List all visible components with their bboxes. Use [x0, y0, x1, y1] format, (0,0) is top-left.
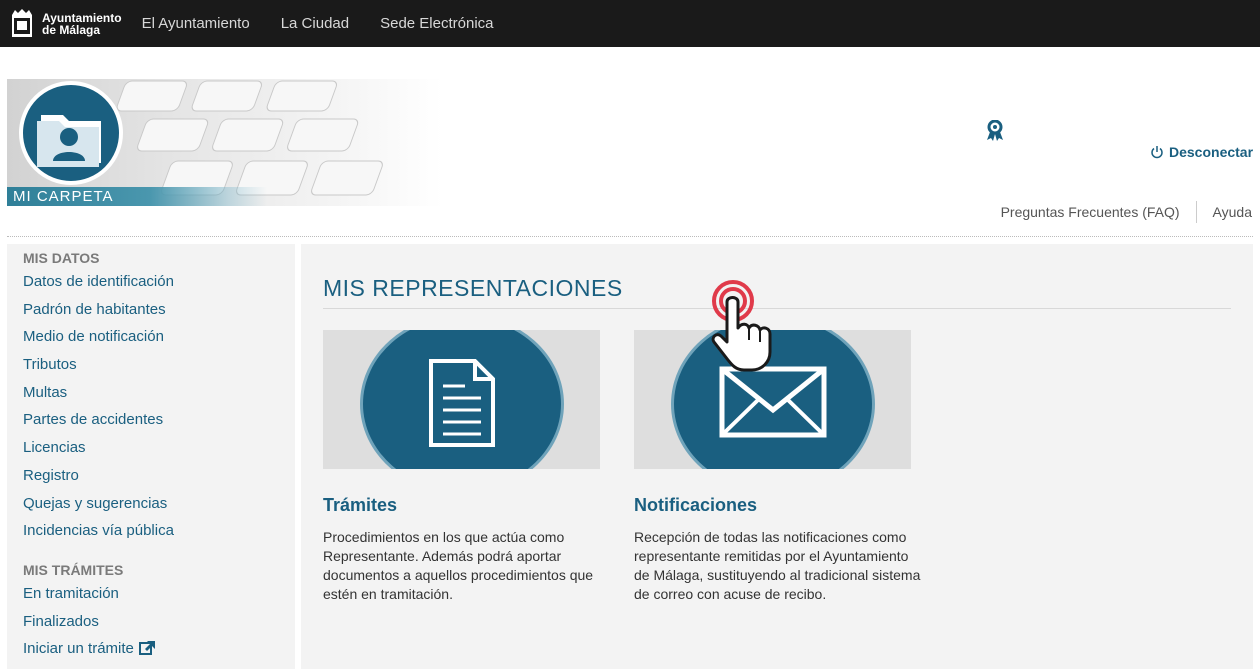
help-link[interactable]: Ayuda	[1213, 204, 1252, 220]
folder-user-badge	[19, 81, 123, 185]
user-folder-icon	[37, 115, 101, 167]
sidebar: MIS DATOS Datos de identificación Padrón…	[7, 244, 295, 669]
tramites-description: Procedimientos en los que actúa como Rep…	[323, 529, 594, 602]
faq-link[interactable]: Preguntas Frecuentes (FAQ)	[1001, 204, 1180, 220]
mi-carpeta-label: MI CARPETA	[13, 188, 114, 205]
tap-hand-cursor-icon	[711, 280, 772, 372]
logout-button[interactable]: Desconectar	[1150, 144, 1253, 160]
top-navbar: Ayuntamiento de Málaga El Ayuntamiento L…	[0, 0, 1260, 47]
sidebar-item-en-tramitacion[interactable]: En tramitación	[23, 585, 295, 613]
sidebar-section-mis-tramites: MIS TRÁMITES	[23, 561, 124, 578]
sidebar-item-medio-notificacion[interactable]: Medio de notificación	[23, 328, 295, 356]
sidebar-item-partes-accidentes[interactable]: Partes de accidentes	[23, 411, 295, 439]
iniciar-tramite-label: Iniciar un trámite	[23, 640, 134, 658]
logo-line-1: Ayuntamiento	[42, 10, 122, 25]
logo-text: Ayuntamiento de Málaga	[42, 12, 122, 36]
nav-el-ayuntamiento[interactable]: El Ayuntamiento	[142, 15, 250, 32]
page-title: MIS REPRESENTACIONES	[323, 275, 623, 301]
logo-line-2: de Málaga	[42, 22, 101, 37]
link-divider	[1195, 201, 1197, 223]
certificate-badge-icon[interactable]	[986, 120, 1004, 142]
nav-la-ciudad[interactable]: La Ciudad	[281, 15, 349, 32]
sidebar-item-padron[interactable]: Padrón de habitantes	[23, 301, 295, 329]
notificaciones-description: Recepción de todas las notificaciones co…	[634, 529, 921, 602]
sidebar-item-incidencias[interactable]: Incidencias vía pública	[23, 522, 295, 550]
sidebar-item-multas[interactable]: Multas	[23, 384, 295, 412]
tramites-card-image[interactable]	[323, 330, 600, 469]
external-link-icon	[138, 641, 155, 656]
nav-sede-electronica[interactable]: Sede Electrónica	[380, 15, 493, 32]
sidebar-item-finalizados[interactable]: Finalizados	[23, 613, 295, 641]
power-icon	[1151, 146, 1163, 159]
sidebar-item-tributos[interactable]: Tributos	[23, 356, 295, 384]
envelope-icon	[719, 366, 827, 438]
sidebar-item-licencias[interactable]: Licencias	[23, 439, 295, 467]
notificaciones-title[interactable]: Notificaciones	[634, 495, 757, 516]
sidebar-item-quejas[interactable]: Quejas y sugerencias	[23, 495, 295, 523]
document-icon	[429, 359, 495, 447]
sidebar-section-mis-datos: MIS DATOS	[23, 250, 100, 266]
mi-carpeta-banner[interactable]: MI CARPETA	[7, 79, 443, 206]
sidebar-item-iniciar-tramite[interactable]: Iniciar un trámite	[23, 640, 295, 668]
logout-label: Desconectar	[1169, 144, 1254, 160]
sidebar-item-datos-identificacion[interactable]: Datos de identificación	[23, 273, 295, 301]
help-links: Preguntas Frecuentes (FAQ) Ayuda	[1001, 201, 1252, 223]
tramites-title[interactable]: Trámites	[323, 495, 397, 516]
header-divider	[7, 236, 1253, 237]
top-nav: El Ayuntamiento La Ciudad Sede Electróni…	[142, 15, 525, 32]
ayuntamiento-logo[interactable]: Ayuntamiento de Málaga	[10, 8, 122, 39]
sidebar-item-registro[interactable]: Registro	[23, 467, 295, 495]
city-shield-icon	[12, 8, 32, 37]
